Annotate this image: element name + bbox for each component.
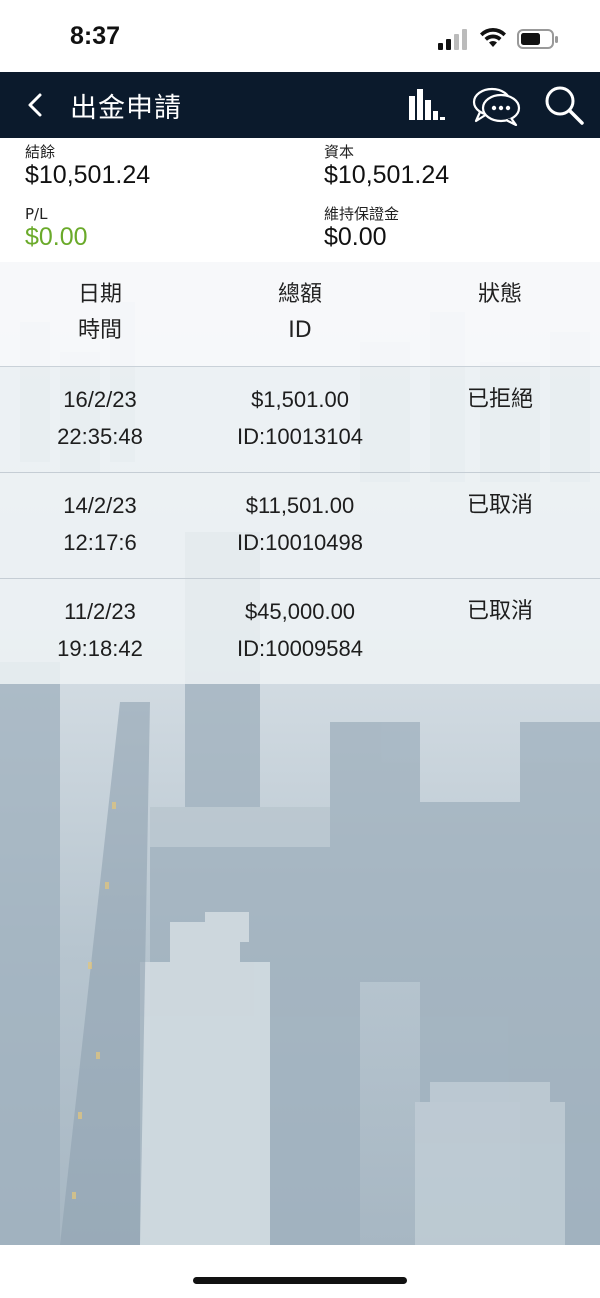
pl-value: $0.00 [25, 223, 88, 251]
maintenance-margin-label: 維持保證金 [324, 205, 400, 223]
column-header-time: 時間 [77, 318, 122, 343]
maintenance-margin-value: $0.00 [324, 223, 387, 251]
row-time: 19:18:42 [57, 636, 143, 661]
home-indicator-area [0, 1245, 600, 1298]
status-bar: 8:37 [0, 0, 600, 72]
equity-block: 資本 $10,501.24 [324, 143, 450, 190]
column-header-amount: 總額 [277, 282, 322, 307]
row-amount: $45,000.00 [244, 599, 356, 624]
table-header: 日期 時間 總額 ID 狀態 [0, 262, 600, 367]
balance-label: 結餘 [25, 143, 56, 161]
row-date: 14/2/23 [63, 493, 137, 518]
page-title: 出金申請 [70, 93, 182, 124]
home-indicator[interactable] [193, 1277, 407, 1284]
column-header-id: ID [288, 318, 312, 343]
row-id: ID:10010498 [237, 530, 363, 555]
row-date: 11/2/23 [64, 599, 136, 624]
column-header-status: 狀態 [477, 282, 522, 307]
search-icon[interactable] [542, 84, 588, 126]
back-chevron-icon[interactable] [20, 86, 54, 124]
table-row[interactable]: 11/2/23 19:18:42 $45,000.00 ID:10009584 … [0, 579, 600, 684]
table-row[interactable]: 16/2/23 22:35:48 $1,501.00 ID:10013104 已… [0, 367, 600, 473]
equity-label: 資本 [324, 143, 355, 161]
row-id: ID:10009584 [237, 636, 363, 661]
account-summary: 結餘 $10,501.24 資本 $10,501.24 P/L $0.00 維持… [0, 138, 600, 262]
battery-icon [517, 29, 558, 49]
chat-bubbles-icon[interactable] [470, 84, 524, 126]
pl-label: P/L [25, 205, 48, 223]
wifi-icon [480, 27, 506, 47]
row-status: 已取消 [466, 599, 533, 624]
margin-block: 維持保證金 $0.00 [324, 205, 400, 252]
row-date: 16/2/23 [63, 387, 137, 412]
row-amount: $11,501.00 [245, 493, 355, 518]
nav-bar: 出金申請 [0, 72, 600, 138]
row-time: 22:35:48 [57, 424, 143, 449]
balance-value: $10,501.24 [25, 161, 151, 189]
row-status: 已取消 [466, 493, 533, 518]
cellular-signal-icon [438, 28, 470, 50]
row-amount: $1,501.00 [251, 387, 349, 412]
row-status: 已拒絕 [466, 387, 533, 412]
table-row[interactable]: 14/2/23 12:17:6 $11,501.00 ID:10010498 已… [0, 473, 600, 579]
bar-chart-icon[interactable] [404, 84, 448, 126]
row-id: ID:10013104 [237, 424, 363, 449]
column-header-date: 日期 [77, 282, 122, 307]
equity-value: $10,501.24 [324, 161, 450, 189]
row-time: 12:17:6 [63, 530, 137, 555]
pl-block: P/L $0.00 [25, 205, 88, 252]
balance-block: 結餘 $10,501.24 [25, 143, 151, 190]
clock-time: 8:37 [70, 22, 121, 50]
